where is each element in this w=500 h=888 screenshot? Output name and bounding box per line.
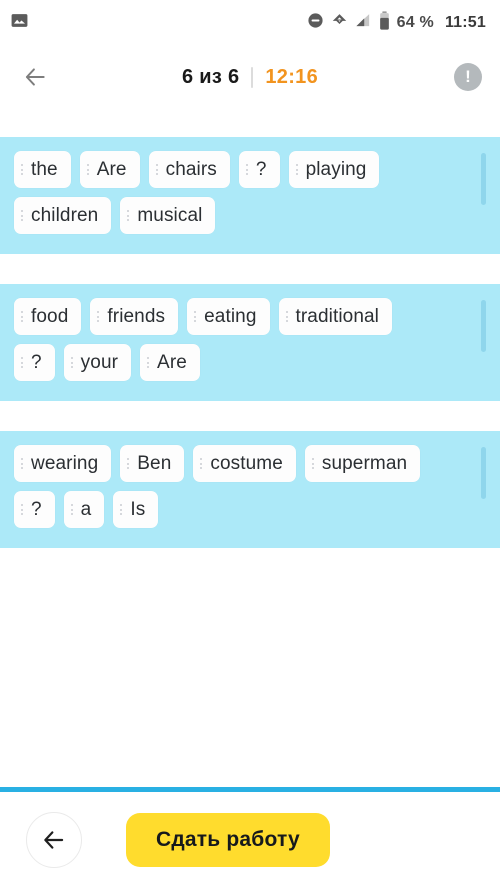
word-chip-label: friends: [107, 306, 166, 327]
drag-handle-icon[interactable]: [21, 164, 23, 175]
drag-handle-icon[interactable]: [70, 357, 73, 368]
word-chip-label: Are: [157, 352, 187, 373]
status-bar-right: 64 % 11:51: [307, 11, 486, 35]
word-chip-label: ?: [255, 159, 267, 180]
word-chip-label: ?: [31, 352, 42, 373]
drag-handle-icon[interactable]: [127, 210, 130, 221]
word-chip[interactable]: ?: [14, 344, 55, 381]
word-chip-label: costume: [210, 453, 283, 474]
card-scrollbar[interactable]: [481, 153, 486, 205]
drag-handle-icon[interactable]: [200, 458, 203, 469]
battery-percent-label: 64 %: [396, 14, 434, 31]
drag-handle-icon[interactable]: [120, 504, 123, 515]
drag-handle-icon[interactable]: [147, 357, 150, 368]
drag-handle-icon[interactable]: [97, 311, 100, 322]
drag-handle-icon[interactable]: [21, 504, 23, 515]
word-chip[interactable]: musical: [120, 197, 216, 234]
word-chip-label: eating: [204, 306, 257, 327]
word-chip[interactable]: Ben: [120, 445, 185, 482]
task-card: the Are chairs? playing children musical: [0, 137, 500, 254]
word-chip-label: your: [80, 352, 119, 373]
word-chip[interactable]: traditional: [278, 298, 392, 335]
word-chip-label: Is: [130, 499, 146, 520]
word-chip-label: musical: [137, 205, 203, 226]
word-chip-label: Ben: [137, 453, 172, 474]
word-chip[interactable]: eating: [187, 298, 270, 335]
header-back-button[interactable]: [18, 60, 52, 94]
task-progress-label: 6 из 6: [181, 65, 240, 88]
card-scrollbar[interactable]: [481, 447, 486, 499]
word-chip-label: traditional: [295, 306, 379, 327]
timer-label: 12:16: [265, 65, 319, 88]
word-chip-label: playing: [305, 159, 367, 180]
task-card: wearing Ben costume superman? a Is: [0, 431, 500, 548]
drag-handle-icon[interactable]: [21, 311, 23, 322]
drag-handle-icon[interactable]: [245, 164, 248, 175]
word-chip-group: food friends eating traditional? your Are: [14, 298, 438, 381]
cellular-signal-icon: [355, 12, 372, 34]
word-chip-label: children: [31, 205, 99, 226]
info-button[interactable]: !: [454, 63, 482, 91]
battery-icon: [379, 11, 390, 35]
drag-handle-icon[interactable]: [194, 311, 197, 322]
word-chip-label: superman: [321, 453, 408, 474]
word-chip[interactable]: the: [14, 151, 71, 188]
task-card: food friends eating traditional? your Are: [0, 284, 500, 401]
do-not-disturb-icon: [307, 12, 324, 34]
word-chip[interactable]: your: [63, 344, 132, 381]
wifi-off-icon: [331, 12, 348, 34]
footer-bar: Сдать работу: [0, 792, 500, 888]
word-chip[interactable]: costume: [193, 445, 296, 482]
word-chip[interactable]: ?: [238, 151, 280, 188]
exclamation-circle-icon: !: [465, 67, 471, 86]
word-chip-label: the: [31, 159, 58, 180]
word-chip-group: the Are chairs? playing children musical: [14, 151, 438, 234]
word-chip[interactable]: playing: [288, 151, 380, 188]
word-chip-label: food: [31, 306, 69, 327]
word-chip[interactable]: friends: [90, 298, 179, 335]
word-chip-label: Are: [96, 159, 127, 180]
drag-handle-icon[interactable]: [21, 357, 23, 368]
submit-work-button[interactable]: Сдать работу: [126, 813, 330, 867]
drag-handle-icon[interactable]: [155, 164, 158, 175]
word-chip-label: ?: [31, 499, 42, 520]
drag-handle-icon[interactable]: [70, 504, 73, 515]
word-chip[interactable]: a: [63, 491, 105, 528]
word-chip[interactable]: Is: [113, 491, 159, 528]
drag-handle-icon[interactable]: [21, 458, 23, 469]
word-chip[interactable]: Are: [79, 151, 140, 188]
word-chip[interactable]: wearing: [14, 445, 112, 482]
card-scrollbar[interactable]: [481, 300, 486, 352]
word-chip-group: wearing Ben costume superman? a Is: [14, 445, 438, 528]
drag-handle-icon[interactable]: [86, 164, 89, 175]
status-bar-left: [10, 11, 29, 35]
status-bar: 64 % 11:51: [0, 0, 500, 46]
task-scroll-area[interactable]: the Are chairs? playing children musical food f…: [0, 108, 500, 791]
task-card-list: the Are chairs? playing children musical food f…: [0, 137, 500, 548]
drag-handle-icon[interactable]: [295, 164, 298, 175]
drag-handle-icon[interactable]: [21, 210, 23, 221]
arrow-left-icon: [25, 68, 45, 86]
word-chip[interactable]: food: [14, 298, 82, 335]
word-chip-label: a: [80, 499, 92, 520]
header-center: 6 из 6 12:16: [0, 66, 500, 89]
drag-handle-icon[interactable]: [127, 458, 130, 469]
header-divider: [251, 66, 254, 88]
word-chip[interactable]: superman: [304, 445, 421, 482]
word-chip[interactable]: ?: [14, 491, 55, 528]
word-chip-label: chairs: [165, 159, 217, 180]
arrow-left-icon: [44, 831, 64, 849]
word-chip[interactable]: Are: [140, 344, 200, 381]
drag-handle-icon[interactable]: [311, 458, 314, 469]
word-chip[interactable]: children: [14, 197, 112, 234]
drag-handle-icon[interactable]: [285, 311, 288, 322]
footer-back-button[interactable]: [26, 812, 82, 868]
app-header: 6 из 6 12:16 !: [0, 46, 500, 108]
image-notification-icon: [10, 11, 29, 35]
status-bar-clock: 11:51: [444, 14, 486, 31]
word-chip-label: wearing: [31, 453, 99, 474]
word-chip[interactable]: chairs: [148, 151, 230, 188]
